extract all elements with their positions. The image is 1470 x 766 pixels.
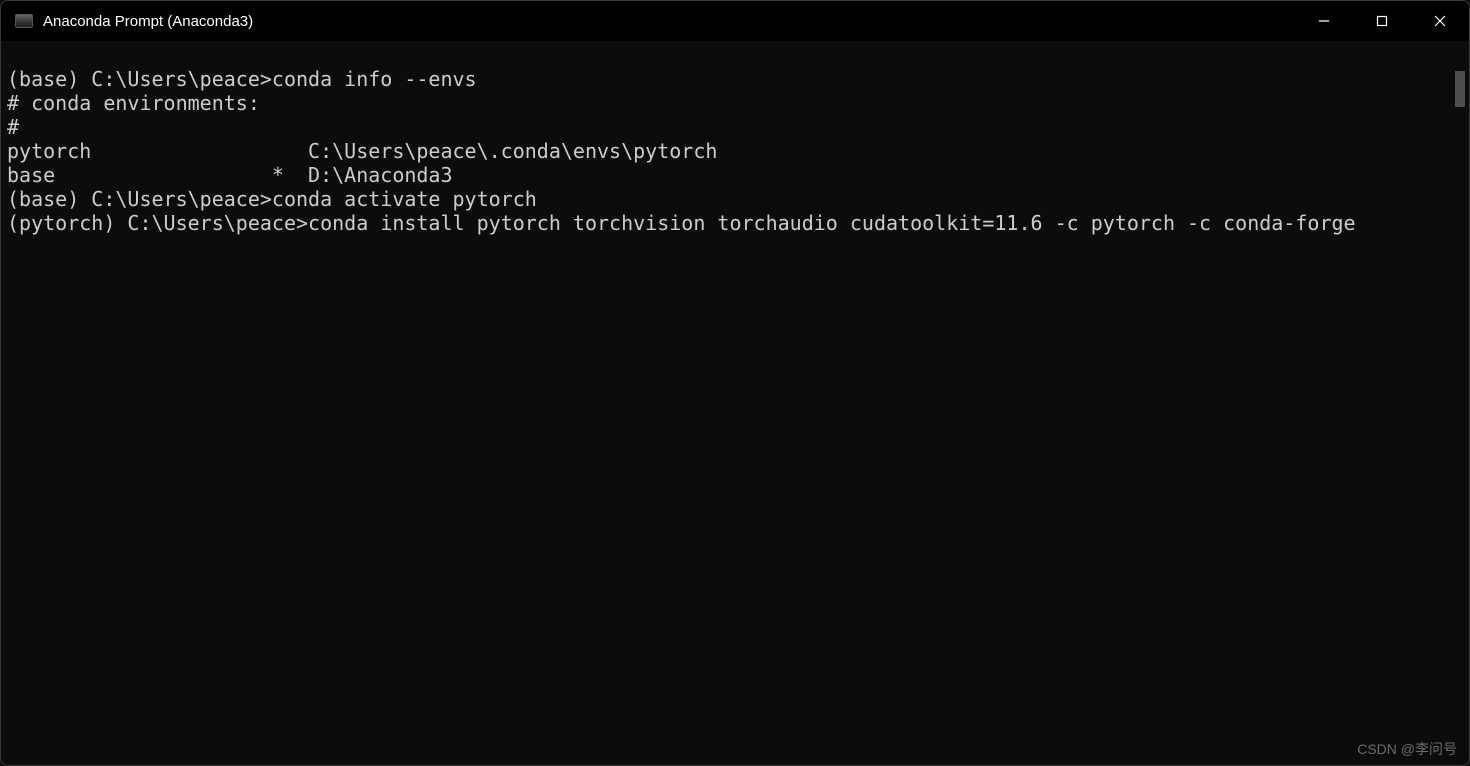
terminal-line: base * D:\Anaconda3 [7, 163, 1463, 187]
close-icon [1434, 15, 1446, 27]
terminal-line: # [7, 115, 1463, 139]
close-button[interactable] [1411, 1, 1469, 41]
terminal-line: # conda environments: [7, 91, 1463, 115]
terminal-icon [15, 14, 33, 28]
terminal-area[interactable]: (base) C:\Users\peace>conda info --envs#… [1, 41, 1469, 765]
window-title: Anaconda Prompt (Anaconda3) [43, 13, 253, 30]
terminal-window: Anaconda Prompt (Anaconda3) (base) [0, 0, 1470, 766]
titlebar[interactable]: Anaconda Prompt (Anaconda3) [1, 1, 1469, 41]
minimize-icon [1318, 15, 1330, 27]
watermark: CSDN @李问号 [1357, 739, 1457, 759]
scrollbar-thumb[interactable] [1455, 71, 1465, 107]
maximize-button[interactable] [1353, 1, 1411, 41]
window-controls [1295, 1, 1469, 41]
terminal-line: (pytorch) C:\Users\peace>conda install p… [7, 211, 1463, 235]
terminal-output: (base) C:\Users\peace>conda info --envs#… [1, 41, 1469, 241]
terminal-line: pytorch C:\Users\peace\.conda\envs\pytor… [7, 139, 1463, 163]
maximize-icon [1376, 15, 1388, 27]
minimize-button[interactable] [1295, 1, 1353, 41]
scrollbar-track[interactable] [1453, 43, 1467, 763]
terminal-line: (base) C:\Users\peace>conda activate pyt… [7, 187, 1463, 211]
titlebar-left: Anaconda Prompt (Anaconda3) [15, 13, 253, 30]
terminal-line: (base) C:\Users\peace>conda info --envs [7, 67, 1463, 91]
